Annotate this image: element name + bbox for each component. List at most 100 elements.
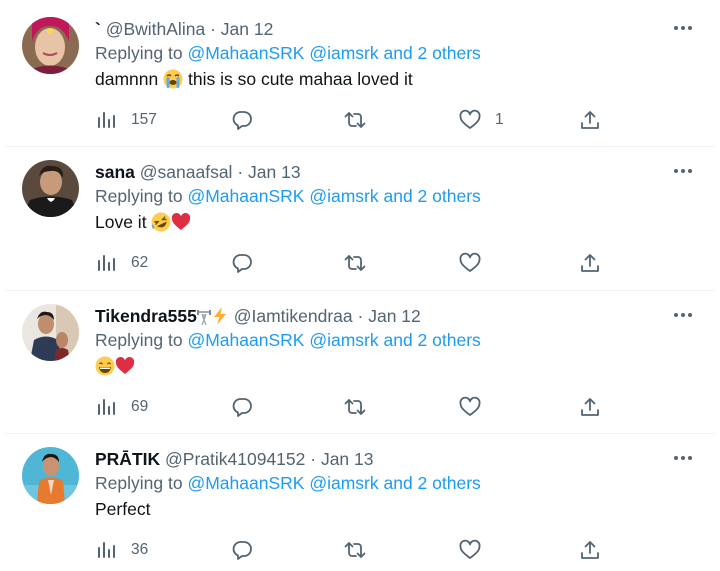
- replying-to: Replying to @MahaanSRK @iamsrk and 2 oth…: [95, 183, 695, 209]
- replying-to: Replying to @MahaanSRK @iamsrk and 2 oth…: [95, 40, 695, 66]
- like-button[interactable]: [459, 538, 495, 562]
- others-link[interactable]: and 2 others: [383, 43, 480, 63]
- reply-icon: [232, 541, 252, 560]
- reply-button[interactable]: [231, 108, 253, 132]
- mention-link[interactable]: @iamsrk: [309, 473, 378, 493]
- mention-link[interactable]: @iamsrk: [309, 330, 378, 350]
- views-button[interactable]: 69: [95, 395, 148, 419]
- display-name[interactable]: PRĀTIK: [95, 449, 160, 469]
- more-options-button[interactable]: [671, 18, 695, 38]
- share-icon: [581, 398, 599, 416]
- retweet-button[interactable]: [344, 395, 366, 419]
- user-handle[interactable]: @BwithAlina: [106, 19, 205, 39]
- reply-button[interactable]: [231, 251, 253, 275]
- avatar[interactable]: [22, 304, 79, 361]
- replying-prefix: Replying to: [95, 473, 183, 493]
- like-count: 1: [495, 111, 504, 128]
- tweet-actions: 36: [95, 538, 615, 562]
- more-dots-icon: [674, 313, 692, 317]
- share-button[interactable]: [579, 538, 601, 562]
- share-button[interactable]: [579, 395, 601, 419]
- like-button[interactable]: [459, 395, 495, 419]
- replying-prefix: Replying to: [95, 186, 183, 206]
- display-name[interactable]: Tikendra555: [95, 306, 197, 326]
- tweet-date[interactable]: Jan 12: [368, 306, 421, 326]
- replying-prefix: Replying to: [95, 43, 183, 63]
- like-button[interactable]: [459, 251, 495, 275]
- views-button[interactable]: 62: [95, 251, 148, 275]
- tweet[interactable]: sana @sanaafsal · Jan 13 Replying to @Ma…: [5, 147, 715, 291]
- tweet-text-part: damnnn: [95, 69, 159, 89]
- tweet[interactable]: Tikendra555 @Iamtikendraa · Jan 12 Reply…: [5, 291, 715, 434]
- replying-prefix: Replying to: [95, 330, 183, 350]
- retweet-icon: [344, 542, 366, 558]
- display-name[interactable]: sana: [95, 162, 135, 182]
- retweet-button[interactable]: [344, 538, 366, 562]
- reply-feed: ` @BwithAlina · Jan 12 Replying to @Maha…: [0, 0, 720, 571]
- tweet-date[interactable]: Jan 13: [248, 162, 301, 182]
- others-link[interactable]: and 2 others: [383, 186, 480, 206]
- reply-button[interactable]: [231, 538, 253, 562]
- reply-icon: [232, 254, 252, 273]
- share-icon: [581, 111, 599, 129]
- avatar[interactable]: [22, 160, 79, 217]
- tweet-date[interactable]: Jan 12: [221, 19, 274, 39]
- heart-icon: [459, 109, 481, 129]
- heart-icon: [459, 396, 481, 416]
- share-button[interactable]: [579, 251, 601, 275]
- retweet-button[interactable]: [344, 108, 366, 132]
- tweet-text: [95, 353, 695, 379]
- views-button[interactable]: 36: [95, 538, 148, 562]
- others-link[interactable]: and 2 others: [383, 473, 480, 493]
- mention-link[interactable]: @iamsrk: [309, 43, 378, 63]
- tweet[interactable]: PRĀTIK @Pratik41094152 · Jan 13 Replying…: [5, 434, 715, 571]
- more-dots-icon: [674, 169, 692, 173]
- more-dots-icon: [674, 26, 692, 30]
- more-options-button[interactable]: [671, 448, 695, 468]
- replying-to: Replying to @MahaanSRK @iamsrk and 2 oth…: [95, 327, 695, 353]
- share-button[interactable]: [579, 108, 601, 132]
- mention-link[interactable]: @MahaanSRK: [187, 186, 304, 206]
- user-handle[interactable]: @sanaafsal: [140, 162, 233, 182]
- user-handle[interactable]: @Iamtikendraa: [234, 306, 353, 326]
- grinning-face-emoji: [95, 356, 115, 383]
- reply-button[interactable]: [231, 395, 253, 419]
- tweet-actions: 62: [95, 251, 615, 275]
- views-count: 157: [131, 111, 157, 128]
- mention-link[interactable]: @MahaanSRK: [187, 330, 304, 350]
- separator-dot: ·: [310, 449, 317, 469]
- retweet-button[interactable]: [344, 251, 366, 275]
- avatar[interactable]: [22, 17, 79, 74]
- more-options-button[interactable]: [671, 305, 695, 325]
- heart-icon: [459, 539, 481, 559]
- like-button[interactable]: 1: [459, 108, 504, 132]
- retweet-icon: [344, 399, 366, 415]
- replying-to: Replying to @MahaanSRK @iamsrk and 2 oth…: [95, 470, 695, 496]
- share-icon: [581, 254, 599, 272]
- tweet[interactable]: ` @BwithAlina · Jan 12 Replying to @Maha…: [5, 4, 715, 147]
- views-button[interactable]: 157: [95, 108, 157, 132]
- tweet-text: Perfect: [95, 496, 695, 522]
- others-link[interactable]: and 2 others: [383, 330, 480, 350]
- red-heart-emoji: [171, 212, 191, 239]
- mention-link[interactable]: @iamsrk: [309, 186, 378, 206]
- views-chart-icon: [98, 255, 115, 271]
- display-name[interactable]: `: [95, 19, 101, 39]
- separator-dot: ·: [210, 19, 216, 39]
- user-handle[interactable]: @Pratik41094152: [165, 449, 305, 469]
- more-options-button[interactable]: [671, 161, 695, 181]
- tweet-date[interactable]: Jan 13: [321, 449, 374, 469]
- views-chart-icon: [98, 112, 115, 128]
- views-count: 62: [131, 254, 149, 271]
- views-chart-icon: [98, 542, 115, 558]
- tweet-text: Love it: [95, 209, 695, 235]
- share-icon: [581, 541, 599, 559]
- tweet-text: damnnn this is so cute mahaa loved it: [95, 66, 695, 92]
- tweet-text-part: Love it: [95, 212, 147, 232]
- more-dots-icon: [674, 456, 692, 460]
- avatar[interactable]: [22, 447, 79, 504]
- tweet-actions: 157 1: [95, 108, 615, 132]
- tweet-text-part: this is so cute mahaa loved it: [188, 69, 413, 89]
- mention-link[interactable]: @MahaanSRK: [187, 473, 304, 493]
- mention-link[interactable]: @MahaanSRK: [187, 43, 304, 63]
